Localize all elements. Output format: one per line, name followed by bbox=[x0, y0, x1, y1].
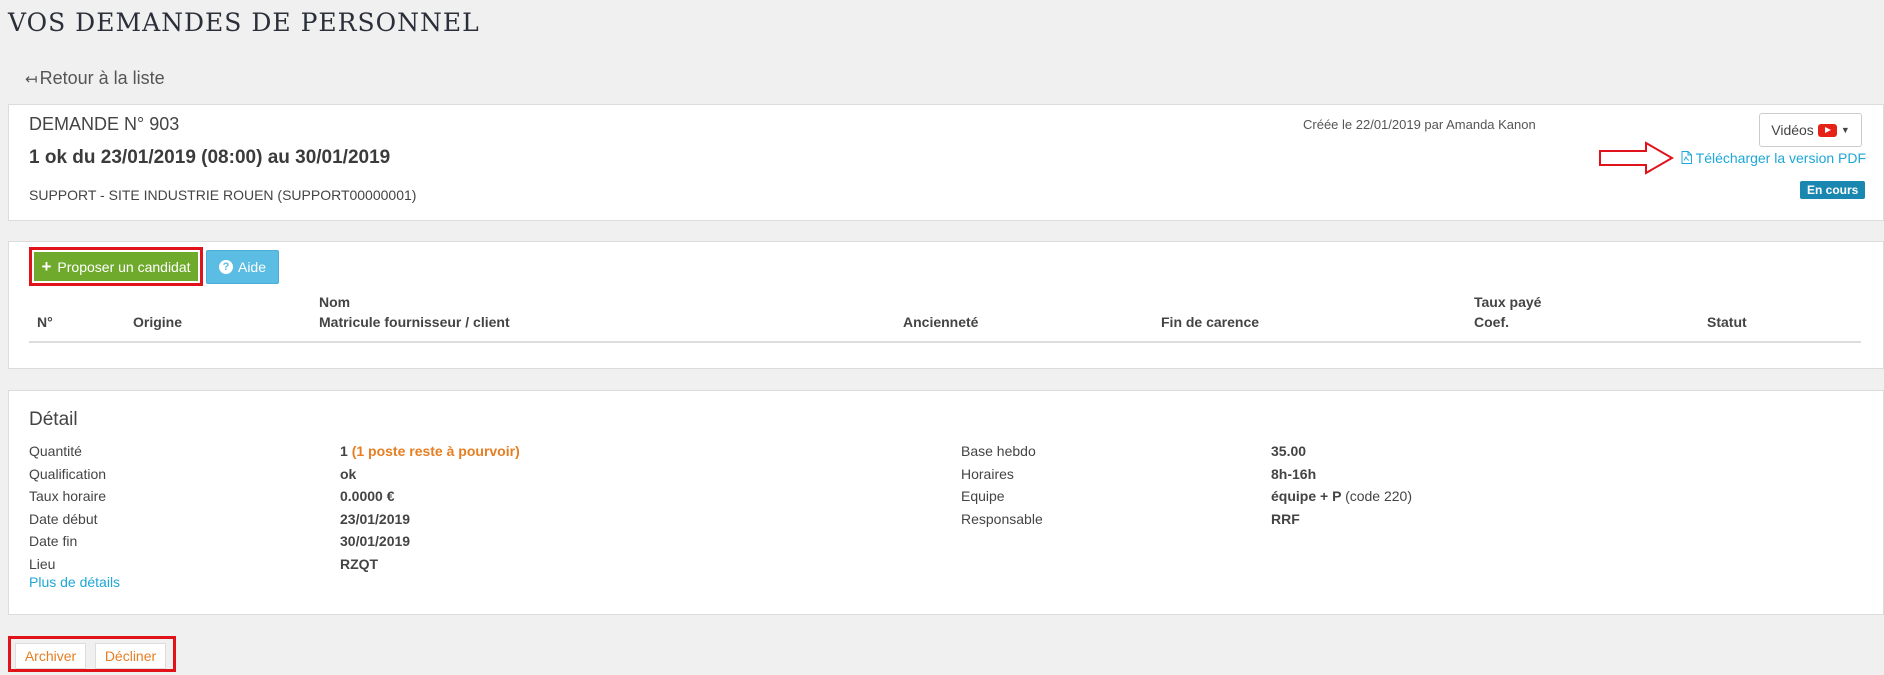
download-pdf-label: Télécharger la version PDF bbox=[1695, 150, 1867, 166]
detail-label-end-date: Date fin bbox=[29, 533, 78, 549]
detail-value-weekly-base: 35.00 bbox=[1271, 443, 1307, 459]
detail-value-end-date: 30/01/2019 bbox=[340, 533, 411, 549]
detail-value-manager: RRF bbox=[1271, 510, 1300, 527]
detail-value-location: RZQT bbox=[340, 555, 379, 572]
propose-button-highlight: + Proposer un candidat bbox=[29, 247, 203, 286]
column-header-num: N° bbox=[37, 314, 53, 330]
detail-label-start-date: Date début bbox=[29, 510, 98, 527]
detail-label-hourly-rate: Taux horaire bbox=[29, 488, 107, 504]
team-value: équipe + P bbox=[1271, 488, 1342, 504]
propose-candidate-label: Proposer un candidat bbox=[57, 258, 191, 275]
detail-value-start-date: 23/01/2019 bbox=[340, 510, 411, 527]
request-site: SUPPORT - SITE INDUSTRIE ROUEN (SUPPORT0… bbox=[29, 187, 417, 203]
pdf-file-icon bbox=[1681, 151, 1692, 164]
team-code: (code 220) bbox=[1345, 488, 1412, 504]
youtube-icon bbox=[1817, 123, 1837, 137]
candidates-panel: + Proposer un candidat ? Aide N° Origine… bbox=[8, 241, 1884, 369]
propose-candidate-button[interactable]: + Proposer un candidat bbox=[34, 252, 198, 281]
detail-value-hourly-rate: 0.0000 € bbox=[340, 488, 395, 504]
red-arrow-annotation-icon bbox=[1599, 141, 1675, 175]
detail-panel: Détail Quantité Qualification Taux horai… bbox=[8, 390, 1884, 615]
detail-value-quantity: 1 (1 poste reste à pourvoir) bbox=[340, 440, 520, 463]
detail-label-location: Lieu bbox=[29, 555, 56, 572]
detail-label-manager: Responsable bbox=[961, 510, 1043, 527]
table-header-divider bbox=[29, 341, 1861, 343]
column-header-rate: Taux payé bbox=[1474, 294, 1542, 310]
detail-label-qualification: Qualification bbox=[29, 465, 107, 482]
help-button[interactable]: ? Aide bbox=[206, 250, 279, 284]
plus-icon: + bbox=[41, 256, 52, 276]
request-header-panel: DEMANDE N° 903 1 ok du 23/01/2019 (08:00… bbox=[8, 104, 1884, 221]
column-header-end-waiting: Fin de carence bbox=[1161, 314, 1260, 330]
chevron-down-icon: ▼ bbox=[1840, 125, 1850, 135]
decline-button[interactable]: Décliner bbox=[95, 643, 166, 669]
column-header-origin: Origine bbox=[133, 314, 183, 330]
videos-dropdown-button[interactable]: Vidéos ▼ bbox=[1759, 113, 1862, 147]
status-badge: En cours bbox=[1800, 181, 1866, 199]
more-details-link[interactable]: Plus de détails bbox=[29, 574, 120, 590]
detail-value-team: équipe + P (code 220) bbox=[1271, 485, 1412, 508]
download-pdf-link[interactable]: Télécharger la version PDF bbox=[1681, 150, 1866, 166]
column-header-matricule: Matricule fournisseur / client bbox=[319, 314, 510, 330]
remaining-positions: (1 poste reste à pourvoir) bbox=[351, 443, 520, 459]
detail-value-schedule: 8h-16h bbox=[1271, 465, 1317, 482]
help-button-label: Aide bbox=[237, 259, 267, 275]
detail-value-qualification: ok bbox=[340, 465, 357, 482]
back-link-label: Retour à la liste bbox=[39, 68, 165, 88]
column-header-coef: Coef. bbox=[1474, 314, 1509, 330]
back-to-list-link[interactable]: ↤ Retour à la liste bbox=[25, 68, 165, 89]
detail-label-schedule: Horaires bbox=[961, 465, 1014, 482]
request-dates: 1 ok du 23/01/2019 (08:00) au 30/01/2019 bbox=[29, 147, 391, 168]
quantity-value: 1 bbox=[340, 443, 348, 459]
detail-title: Détail bbox=[29, 409, 78, 430]
page-title: VOS DEMANDES DE PERSONNEL bbox=[8, 8, 480, 37]
question-circle-icon: ? bbox=[218, 260, 233, 274]
videos-label: Vidéos bbox=[1771, 122, 1814, 138]
request-number: DEMANDE N° 903 bbox=[29, 114, 180, 134]
archive-button[interactable]: Archiver bbox=[15, 643, 86, 669]
bottom-actions-highlight: Archiver Décliner bbox=[8, 636, 176, 672]
detail-label-weekly-base: Base hebdo bbox=[961, 443, 1036, 459]
column-header-status: Statut bbox=[1707, 314, 1747, 330]
column-header-name: Nom bbox=[319, 294, 351, 310]
detail-label-team: Equipe bbox=[961, 488, 1005, 504]
column-header-seniority: Ancienneté bbox=[903, 314, 979, 330]
request-created-info: Créée le 22/01/2019 par Amanda Kanon bbox=[1303, 117, 1536, 132]
back-arrow-icon: ↤ bbox=[25, 71, 38, 88]
detail-label-quantity: Quantité bbox=[29, 443, 82, 459]
